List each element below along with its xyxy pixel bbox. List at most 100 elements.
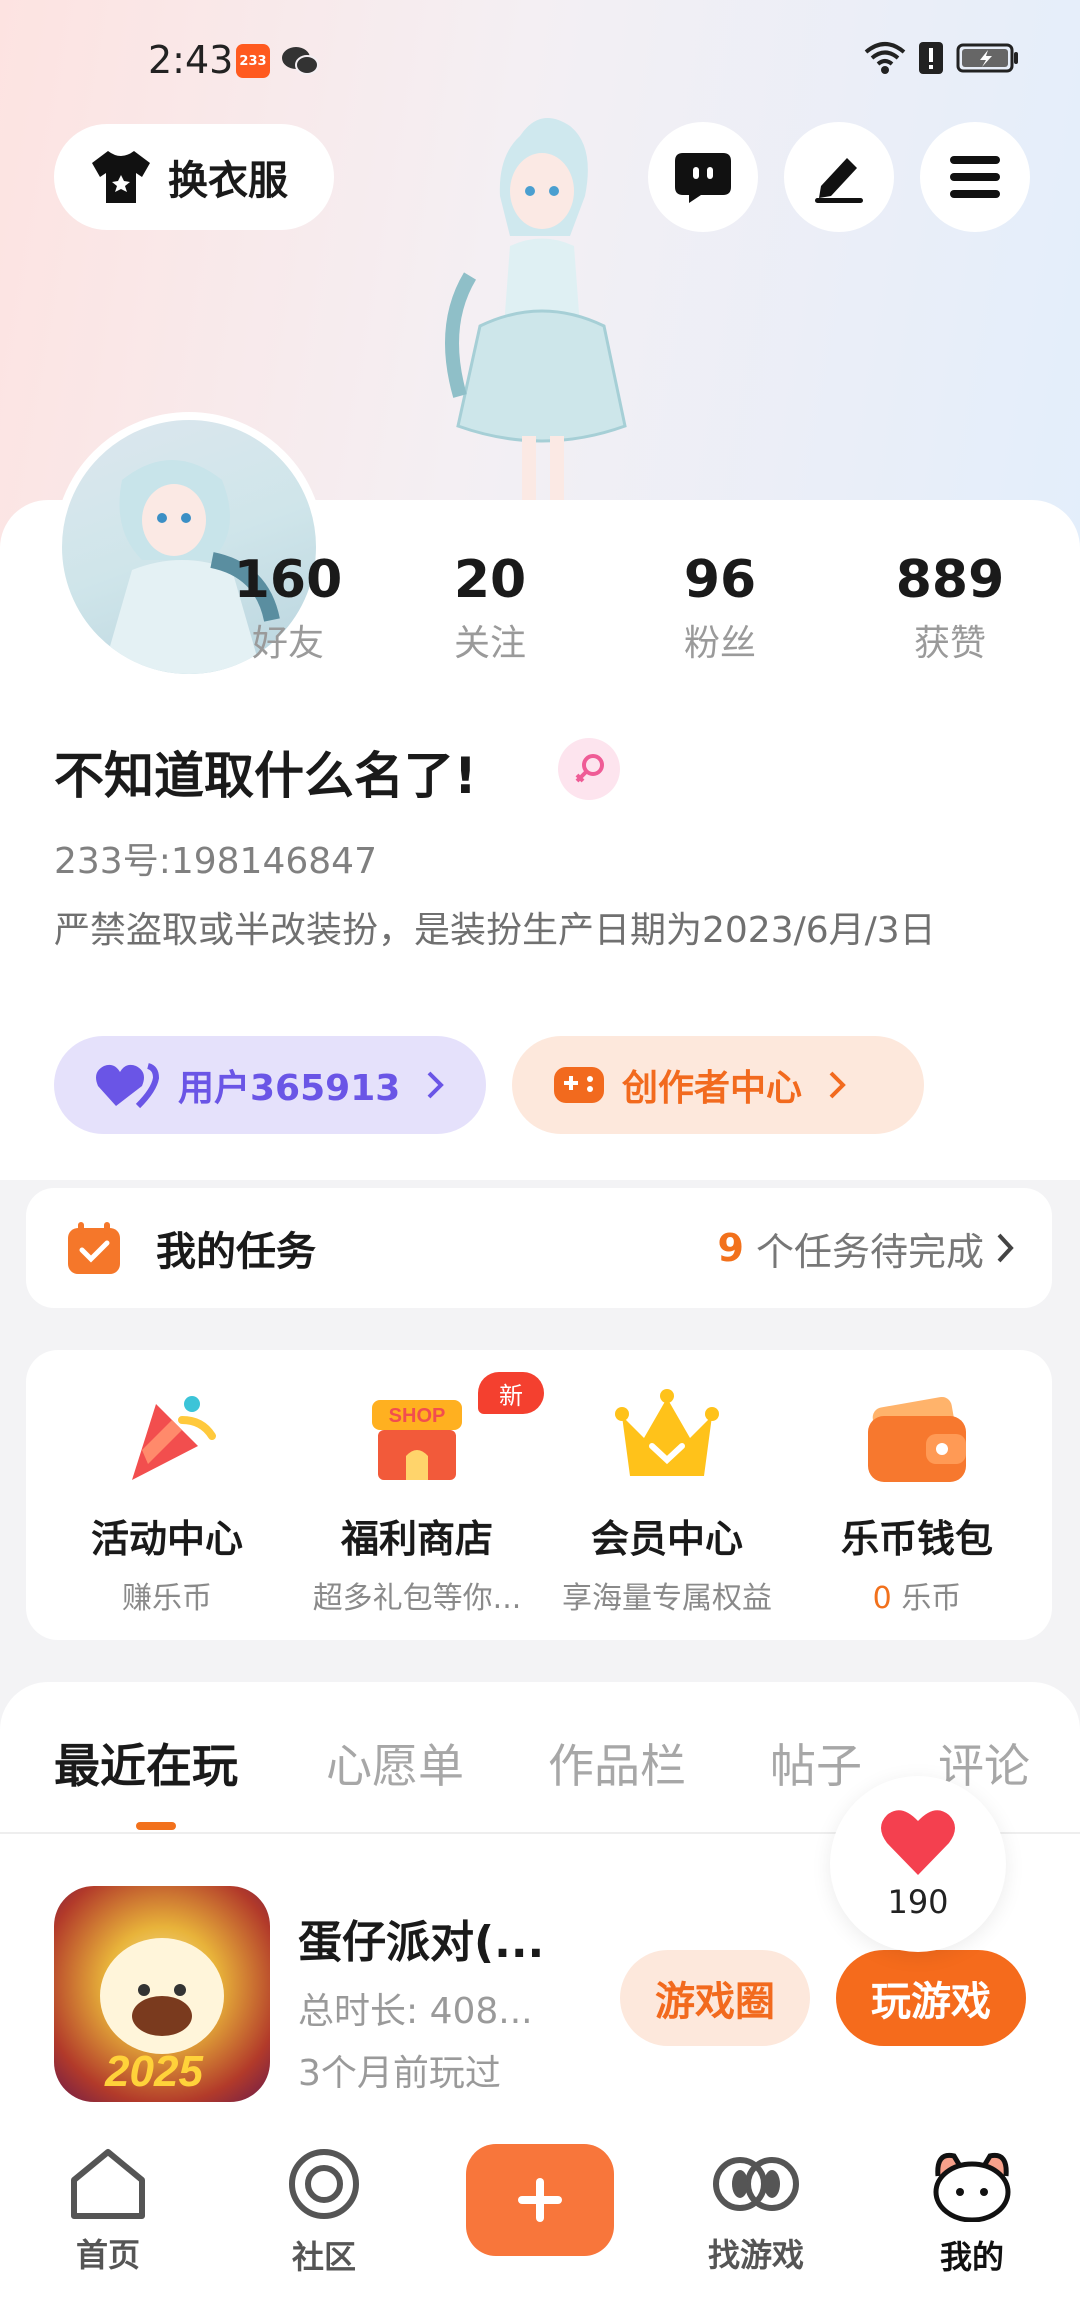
change-outfit-label: 换衣服 (168, 158, 288, 204)
gamepad-icon (554, 1067, 604, 1103)
stat-label: 获赞 (913, 623, 986, 664)
tshirt-icon (92, 151, 150, 203)
user-id: 233号:198146847 (54, 841, 377, 882)
nav-label: 找游戏 (707, 2236, 804, 2274)
stat-likes[interactable]: 889 获赞 (850, 550, 1050, 666)
profile-mascot-icon (933, 2152, 1011, 2223)
home-icon (71, 2149, 145, 2219)
sim-alert-icon (919, 42, 943, 74)
battery-icon (956, 43, 1018, 73)
tasks-pending-summary: 9 个任务待完成 (718, 1221, 1014, 1276)
edit-profile-button[interactable] (784, 122, 894, 232)
stat-label: 粉丝 (683, 623, 756, 664)
stat-fans[interactable]: 96 粉丝 (620, 550, 820, 666)
coin-unit: 乐币 (901, 1581, 962, 1616)
shortcut-activity-center[interactable]: 活动中心 赚乐币 (42, 1380, 292, 1617)
tab-wishlist[interactable]: 心愿单 (326, 1730, 464, 1796)
shortcut-subtitle: 超多礼包等你... (312, 1581, 522, 1616)
tab-posts[interactable]: 帖子 (770, 1730, 862, 1796)
double-heart-icon (96, 1063, 160, 1109)
user-level-button[interactable]: 用户365913 (54, 1036, 486, 1134)
game-circle-button[interactable]: 游戏圈 (620, 1950, 810, 2046)
messages-button[interactable] (648, 122, 758, 232)
bottom-nav: 首页 社区 找游戏 我的 (0, 2120, 1080, 2310)
shortcut-coin-wallet[interactable]: 乐币钱包 0 乐币 (792, 1380, 1042, 1617)
game-title[interactable]: 蛋仔派对(... (298, 1906, 544, 1970)
stat-value: 889 (895, 550, 1005, 610)
hamburger-menu-icon (950, 156, 1000, 198)
chat-bubble-icon (675, 153, 731, 203)
nav-home[interactable]: 首页 (28, 2146, 188, 2276)
like-float-button[interactable]: 190 (830, 1776, 1006, 1952)
create-post-button[interactable] (466, 2144, 614, 2256)
stat-label: 关注 (453, 623, 526, 664)
crown-icon (615, 1389, 719, 1476)
shop-sign-text: SHOP (389, 1405, 446, 1427)
game-play-duration: 总时长: 408... (298, 1991, 533, 2032)
game-icon-art: 2025 (100, 1938, 224, 2096)
my-tasks-title: 我的任务 (156, 1229, 316, 1275)
coin-balance: 0 (872, 1581, 892, 1616)
user-level-label: 用户365913 (178, 1068, 401, 1109)
chevron-right-icon (427, 1071, 445, 1099)
shortcut-welfare-shop[interactable]: SHOP 福利商店 超多礼包等你... (292, 1380, 542, 1617)
plus-icon (518, 2178, 562, 2222)
shortcut-subtitle: 享海量专属权益 (562, 1581, 772, 1616)
active-tab-indicator (136, 1822, 176, 1830)
shortcut-subtitle: 赚乐币 (122, 1581, 212, 1616)
game-last-played: 3个月前玩过 (298, 2053, 501, 2094)
tab-works[interactable]: 作品栏 (548, 1730, 686, 1796)
stat-following[interactable]: 20 关注 (390, 550, 590, 666)
shortcut-grid: 活动中心 赚乐币 SHOP 福利商店 超多礼包等你... 新 会员中心 享海量专… (26, 1350, 1052, 1640)
user-bio: 严禁盗取或半改装扮，是装扮生产日期为2023/6月/3日 (54, 910, 936, 951)
pencil-icon (815, 158, 863, 203)
nav-community[interactable]: 社区 (244, 2146, 404, 2278)
tab-recently-played[interactable]: 最近在玩 (54, 1730, 238, 1796)
nav-label: 我的 (939, 2238, 1004, 2276)
nav-label: 首页 (75, 2236, 140, 2274)
tasks-pending-count: 9 (717, 1226, 744, 1270)
find-games-icon (713, 2157, 799, 2211)
stat-value: 96 (683, 550, 757, 610)
game-icon-year: 2025 (104, 2047, 203, 2096)
menu-button[interactable] (920, 122, 1030, 232)
play-game-button[interactable]: 玩游戏 (836, 1950, 1026, 2046)
nav-find-games[interactable]: 找游戏 (676, 2146, 836, 2276)
app-notification-icon: 233 (236, 44, 270, 78)
shortcut-label: 会员中心 (590, 1517, 743, 1561)
stat-label: 好友 (251, 623, 324, 664)
like-count: 190 (887, 1883, 949, 1921)
calendar-check-icon (68, 1222, 120, 1274)
username: 不知道取什么名了! (54, 747, 477, 805)
status-time: 2:43 (148, 38, 234, 82)
nav-me[interactable]: 我的 (892, 2146, 1052, 2278)
wallet-icon (868, 1396, 966, 1482)
profile-stats: 160 好友 20 关注 96 粉丝 889 获赞 (0, 550, 1080, 680)
creator-center-button[interactable]: 创作者中心 (512, 1036, 924, 1134)
tasks-pending-label: 个任务待完成 (755, 1229, 984, 1274)
female-gender-icon (558, 738, 620, 800)
shortcut-label: 活动中心 (90, 1517, 243, 1561)
nav-label: 社区 (291, 2238, 356, 2276)
avatar-3d-figure (445, 118, 627, 506)
stat-value: 20 (453, 550, 527, 610)
party-popper-icon (132, 1396, 216, 1480)
community-icon (289, 2149, 359, 2219)
shortcut-label: 福利商店 (340, 1517, 493, 1561)
chevron-right-icon (997, 1233, 1014, 1263)
stat-value: 160 (233, 550, 343, 610)
stat-friends[interactable]: 160 好友 (188, 550, 388, 666)
wechat-icon (282, 47, 319, 75)
shop-icon: SHOP (372, 1400, 462, 1480)
wifi-icon (864, 42, 906, 74)
status-icons (864, 40, 1020, 76)
chevron-right-icon (829, 1071, 846, 1099)
new-badge: 新 (478, 1372, 544, 1414)
shortcut-vip-center[interactable]: 会员中心 享海量专属权益 (542, 1380, 792, 1617)
creator-center-label: 创作者中心 (622, 1068, 803, 1109)
game-icon[interactable]: 2025 (54, 1886, 270, 2102)
shortcut-label: 乐币钱包 (840, 1517, 993, 1561)
shortcut-subtitle: 0 乐币 (792, 1573, 1042, 1617)
change-outfit-button[interactable]: 换衣服 (54, 124, 334, 230)
my-tasks-row[interactable]: 我的任务 9 个任务待完成 (26, 1188, 1052, 1308)
